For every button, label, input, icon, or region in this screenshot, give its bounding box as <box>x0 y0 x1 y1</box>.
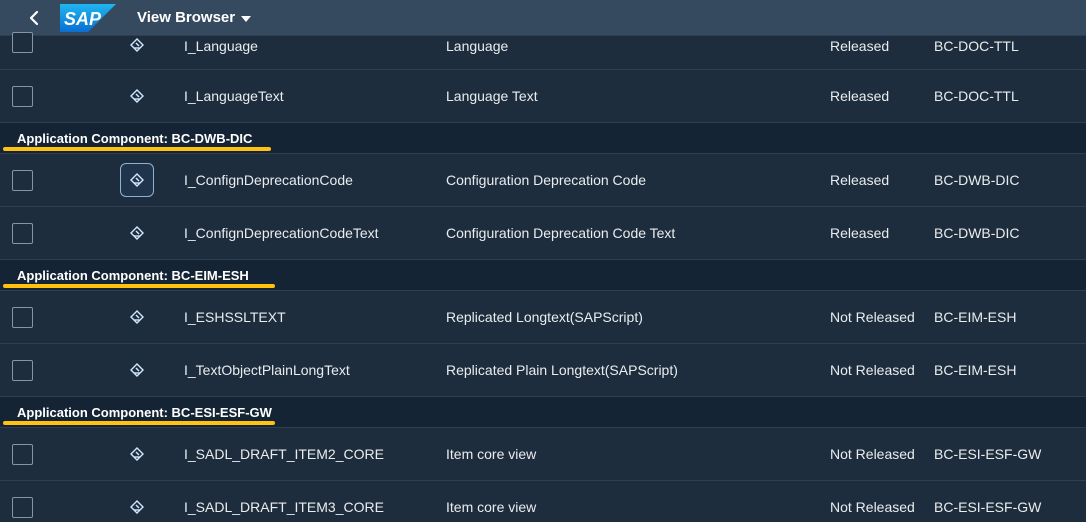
row-icon-cell[interactable] <box>120 353 154 387</box>
group-header: Application Component: BC-EIM-ESH <box>0 260 1086 291</box>
sap-logo-text: SAP <box>64 9 102 29</box>
view-description: Replicated Plain Longtext(SAPScript) <box>446 362 678 378</box>
view-description: Replicated Longtext(SAPScript) <box>446 309 643 325</box>
release-status: Not Released <box>830 446 915 462</box>
back-button[interactable] <box>12 0 56 36</box>
app-title: View Browser <box>137 9 236 26</box>
release-status: Released <box>830 38 890 54</box>
view-name[interactable]: I_ConfignDeprecationCodeText <box>184 225 379 241</box>
view-list: I_Language Language Released BC-DOC-TTL … <box>0 32 1086 522</box>
group-label: Application Component: BC-EIM-ESH <box>17 268 249 283</box>
cds-view-icon <box>130 310 144 324</box>
highlight-underline <box>3 284 275 288</box>
release-status: Not Released <box>830 362 915 378</box>
release-status: Not Released <box>830 309 915 325</box>
view-name[interactable]: I_Language <box>184 38 258 54</box>
row-icon-cell[interactable] <box>120 79 154 113</box>
view-name[interactable]: I_SADL_DRAFT_ITEM3_CORE <box>184 499 384 515</box>
group-header: Application Component: BC-ESI-ESF-GW <box>0 397 1086 428</box>
application-component: BC-ESI-ESF-GW <box>934 499 1042 515</box>
caret-down-icon <box>241 15 252 22</box>
view-description: Language <box>446 38 509 54</box>
table-row[interactable]: I_Language Language Released BC-DOC-TTL <box>0 32 1086 70</box>
sap-logo-mark: SAP <box>60 3 116 32</box>
view-name[interactable]: I_ESHSSLTEXT <box>184 309 286 325</box>
app-title-menu[interactable]: View Browser <box>137 9 252 26</box>
application-component: BC-DWB-DIC <box>934 225 1020 241</box>
view-name[interactable]: I_TextObjectPlainLongText <box>184 362 350 378</box>
group-label: Application Component: BC-ESI-ESF-GW <box>17 405 272 420</box>
sap-logo[interactable]: SAP <box>60 3 116 32</box>
release-status: Released <box>830 225 890 241</box>
highlight-underline <box>3 421 275 425</box>
group-header: Application Component: BC-DWB-DIC <box>0 123 1086 154</box>
row-checkbox[interactable] <box>12 223 33 244</box>
release-status: Not Released <box>830 499 915 515</box>
row-icon-cell[interactable] <box>120 490 154 522</box>
row-checkbox[interactable] <box>12 32 33 53</box>
application-component: BC-DOC-TTL <box>934 38 1019 54</box>
highlight-underline <box>3 147 271 151</box>
row-icon-cell[interactable] <box>120 437 154 471</box>
cds-view-icon <box>130 173 144 187</box>
table-row[interactable]: I_SADL_DRAFT_ITEM3_CORE Item core view N… <box>0 481 1086 522</box>
table-row[interactable]: I_LanguageText Language Text Released BC… <box>0 70 1086 123</box>
application-component: BC-EIM-ESH <box>934 362 1017 378</box>
cds-view-icon <box>130 226 144 240</box>
row-icon-cell[interactable] <box>120 216 154 250</box>
application-component: BC-DWB-DIC <box>934 172 1020 188</box>
view-name[interactable]: I_SADL_DRAFT_ITEM2_CORE <box>184 446 384 462</box>
view-description: Item core view <box>446 446 537 462</box>
row-checkbox[interactable] <box>12 360 33 381</box>
group-label: Application Component: BC-DWB-DIC <box>17 131 253 146</box>
table-row[interactable]: I_ESHSSLTEXT Replicated Longtext(SAPScri… <box>0 291 1086 344</box>
view-description: Item core view <box>446 499 537 515</box>
cds-view-icon <box>130 447 144 461</box>
view-description: Configuration Deprecation Code <box>446 172 647 188</box>
row-checkbox[interactable] <box>12 444 33 465</box>
row-checkbox[interactable] <box>12 497 33 518</box>
release-status: Released <box>830 172 890 188</box>
row-icon-cell-focused[interactable] <box>120 163 154 197</box>
cds-view-icon <box>130 38 144 52</box>
table-row[interactable]: I_SADL_DRAFT_ITEM2_CORE Item core view N… <box>0 428 1086 481</box>
cds-view-icon <box>130 363 144 377</box>
row-icon-cell[interactable] <box>120 28 154 62</box>
application-component: BC-EIM-ESH <box>934 309 1017 325</box>
table-row[interactable]: I_TextObjectPlainLongText Replicated Pla… <box>0 344 1086 397</box>
cds-view-icon <box>130 500 144 514</box>
shell-bar: SAP View Browser <box>0 0 1086 36</box>
view-description: Configuration Deprecation Code Text <box>446 225 676 241</box>
chevron-left-icon <box>29 10 39 25</box>
release-status: Released <box>830 88 890 104</box>
cds-view-icon <box>130 89 144 103</box>
row-icon-cell[interactable] <box>120 300 154 334</box>
application-component: BC-DOC-TTL <box>934 88 1019 104</box>
row-checkbox[interactable] <box>12 86 33 107</box>
application-component: BC-ESI-ESF-GW <box>934 446 1042 462</box>
row-checkbox[interactable] <box>12 170 33 191</box>
table-row[interactable]: I_ConfignDeprecationCodeText Configurati… <box>0 207 1086 260</box>
view-name[interactable]: I_LanguageText <box>184 88 284 104</box>
row-checkbox[interactable] <box>12 307 33 328</box>
view-description: Language Text <box>446 88 538 104</box>
view-name[interactable]: I_ConfignDeprecationCode <box>184 172 353 188</box>
table-row[interactable]: I_ConfignDeprecationCode Configuration D… <box>0 154 1086 207</box>
